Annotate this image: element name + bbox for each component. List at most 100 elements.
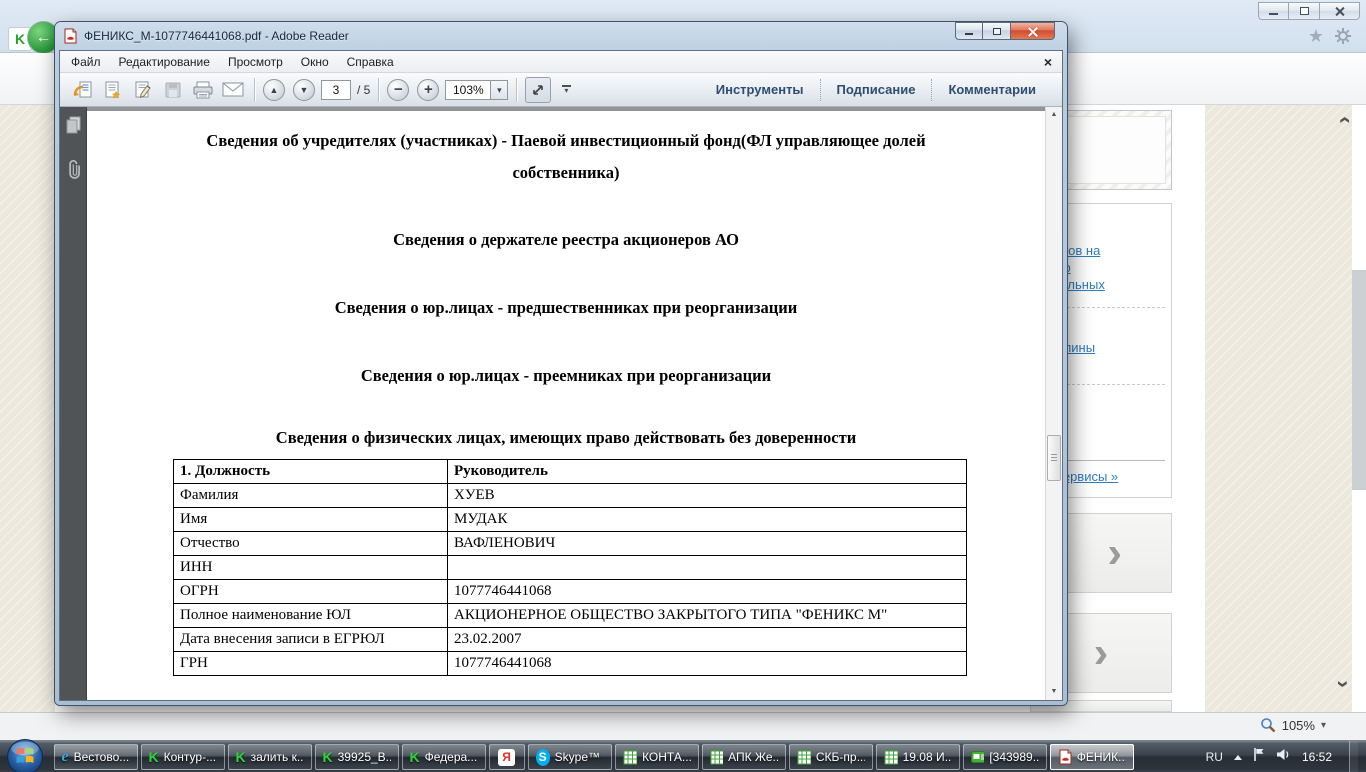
show-hidden-icons-button[interactable] bbox=[1234, 755, 1242, 760]
menu-view[interactable]: Просмотр bbox=[219, 53, 292, 71]
table-row: ИНН bbox=[174, 556, 967, 580]
scroll-top-icon[interactable]: › bbox=[1336, 113, 1352, 127]
document-heading-successors: Сведения о юр.лицах - преемниках при рео… bbox=[87, 360, 1045, 392]
table-cell-label: Фамилия bbox=[174, 484, 448, 508]
toolbar-separator bbox=[516, 78, 517, 102]
taskbar-button-skb[interactable]: СКБ-пр... bbox=[789, 744, 873, 770]
maximize-icon bbox=[993, 28, 1001, 35]
show-desktop-button[interactable] bbox=[1349, 741, 1358, 772]
reader-close-button[interactable] bbox=[1011, 22, 1055, 40]
taskbar-button-konta[interactable]: КОНТА... bbox=[615, 744, 699, 770]
clock[interactable]: 16:52 bbox=[1302, 750, 1332, 764]
chevron-down-icon: ▾ bbox=[564, 88, 568, 94]
document-heading-predecessors: Сведения о юр.лицах - предшественниках п… bbox=[87, 292, 1045, 324]
zoom-in-button[interactable]: + bbox=[417, 79, 439, 101]
browser-close-button[interactable] bbox=[1320, 2, 1360, 20]
table-cell-value: ХУЕВ bbox=[448, 484, 967, 508]
create-pdf-button[interactable] bbox=[100, 77, 126, 103]
document-table: 1. Должность Руководитель Фамилия ХУЕВ И… bbox=[173, 459, 967, 676]
taskbar-button-zalit[interactable]: K залить к... bbox=[228, 744, 312, 770]
browser-window-controls[interactable] bbox=[1258, 2, 1360, 20]
pdf-page[interactable]: Сведения об учредителях (участниках) - П… bbox=[87, 111, 1045, 700]
reader-maximize-button[interactable] bbox=[983, 22, 1011, 40]
browser-zoom-value: 105% bbox=[1282, 718, 1315, 733]
page-thumbnails-icon[interactable] bbox=[64, 115, 82, 140]
maximize-icon bbox=[1300, 7, 1309, 15]
toolbar-overflow-button[interactable]: ▾ bbox=[559, 85, 573, 94]
email-button[interactable] bbox=[220, 77, 246, 103]
document-scrollbar[interactable]: ▲ ▼ bbox=[1045, 107, 1062, 700]
menubar-close-icon[interactable]: × bbox=[1044, 56, 1052, 68]
scroll-bottom-icon[interactable]: › bbox=[1336, 677, 1352, 691]
minimize-icon bbox=[1269, 13, 1278, 15]
browser-scrollbar-thumb[interactable] bbox=[1352, 270, 1366, 490]
menu-file[interactable]: Файл bbox=[62, 53, 110, 71]
action-center-flag-icon[interactable] bbox=[1253, 747, 1265, 767]
menu-window[interactable]: Окно bbox=[292, 53, 338, 71]
previous-page-button[interactable]: ▲ bbox=[263, 79, 285, 101]
fit-page-button[interactable] bbox=[525, 77, 551, 103]
skype-icon: S bbox=[536, 749, 550, 766]
gear-icon[interactable] bbox=[1334, 27, 1352, 50]
kontur-icon: K bbox=[410, 750, 420, 765]
taskbar-button-1908[interactable]: 19.08 И... bbox=[876, 744, 960, 770]
taskbar-button-fenik[interactable]: ФЕНИК... bbox=[1050, 744, 1134, 770]
taskbar-button-yandex[interactable]: Я bbox=[489, 744, 525, 770]
table-cell-label: 1. Должность bbox=[174, 460, 448, 484]
reader-panel-tabs: Инструменты Подписание Комментарии bbox=[700, 73, 1052, 106]
sign-document-button[interactable] bbox=[130, 77, 156, 103]
start-button[interactable] bbox=[6, 738, 44, 772]
table-cell-value: 1077746441068 bbox=[448, 652, 967, 676]
sign-panel-tab[interactable]: Подписание bbox=[820, 79, 932, 101]
yandex-icon: Я bbox=[498, 749, 515, 766]
browser-zoom-control[interactable]: 105% ▾ bbox=[1260, 717, 1326, 733]
scrollbar-up-icon[interactable]: ▲ bbox=[1046, 107, 1062, 123]
table-cell-label: Полное наименование ЮЛ bbox=[174, 604, 448, 628]
taskbar-button-343989[interactable]: [343989... bbox=[963, 744, 1047, 770]
tools-panel-tab[interactable]: Инструменты bbox=[700, 79, 820, 101]
open-file-button[interactable] bbox=[70, 77, 96, 103]
print-button[interactable] bbox=[190, 77, 216, 103]
language-indicator[interactable]: RU bbox=[1206, 750, 1223, 764]
taskbar-button-39925[interactable]: K 39925_В... bbox=[315, 744, 399, 770]
windows-logo-icon bbox=[6, 738, 44, 772]
reader-minimize-button[interactable] bbox=[955, 22, 983, 40]
window-title: ФЕНИКС_М-1077746441068.pdf - Adobe Reade… bbox=[84, 29, 349, 43]
scrollbar-thumb[interactable] bbox=[1047, 435, 1061, 481]
scrollbar-down-icon[interactable]: ▼ bbox=[1046, 684, 1062, 700]
browser-maximize-button[interactable] bbox=[1289, 2, 1320, 20]
toolbar-separator bbox=[378, 78, 379, 102]
close-icon bbox=[1027, 26, 1038, 37]
attachments-paperclip-icon[interactable] bbox=[65, 158, 81, 187]
reader-titlebar[interactable]: ФЕНИКС_М-1077746441068.pdf - Adobe Reade… bbox=[55, 22, 1067, 50]
save-button[interactable] bbox=[160, 77, 186, 103]
browser-minimize-button[interactable] bbox=[1258, 2, 1289, 20]
table-cell-value: 23.02.2007 bbox=[448, 628, 967, 652]
page-right-margin bbox=[1205, 105, 1352, 712]
taskbar-button-vestovo[interactable]: e Вестово... bbox=[54, 744, 138, 770]
next-page-button[interactable]: ▼ bbox=[293, 79, 315, 101]
volume-speaker-icon[interactable] bbox=[1276, 748, 1291, 766]
favorites-star-icon[interactable]: ★ bbox=[1308, 26, 1324, 47]
zoom-dropdown-button[interactable]: ▾ bbox=[491, 80, 508, 100]
taskbar-button-apk[interactable]: АПК Же... bbox=[702, 744, 786, 770]
menu-help[interactable]: Справка bbox=[338, 53, 403, 71]
table-row: 1. Должность Руководитель bbox=[174, 460, 967, 484]
menu-edit[interactable]: Редактирование bbox=[110, 53, 219, 71]
reader-navigation-sidebar bbox=[60, 107, 87, 700]
reader-window-controls[interactable] bbox=[955, 22, 1055, 40]
taskbar-button-skype[interactable]: S Skype™ ... bbox=[528, 744, 612, 770]
table-row: ГРН 1077746441068 bbox=[174, 652, 967, 676]
kontur-icon: K bbox=[149, 750, 159, 765]
minimize-icon bbox=[965, 33, 973, 35]
chevron-down-icon: ▾ bbox=[1321, 720, 1326, 731]
taskbar-button-federa[interactable]: K Федера... bbox=[402, 744, 486, 770]
page-number-input[interactable] bbox=[321, 80, 351, 100]
table-cell-label: Отчество bbox=[174, 532, 448, 556]
zoom-out-button[interactable]: − bbox=[387, 79, 409, 101]
taskbar-button-kontur[interactable]: K Контур-... bbox=[141, 744, 225, 770]
toolbar-separator bbox=[254, 78, 255, 102]
table-row: ОГРН 1077746441068 bbox=[174, 580, 967, 604]
zoom-level-value[interactable]: 103% bbox=[445, 80, 491, 100]
comment-panel-tab[interactable]: Комментарии bbox=[931, 79, 1052, 101]
